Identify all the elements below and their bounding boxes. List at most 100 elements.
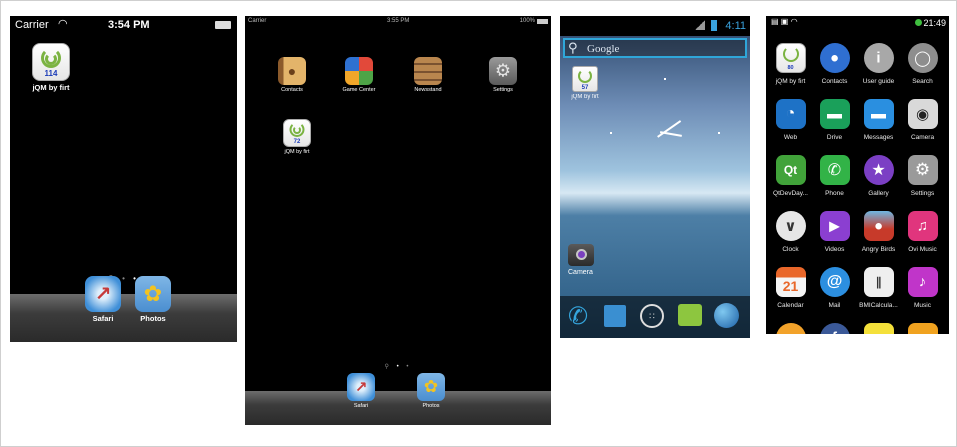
app-gallery[interactable]: ★ Gallery [859,155,898,197]
app-user-guide[interactable]: i User guide [859,43,898,85]
app-drive[interactable]: ▬ Drive [815,99,854,141]
battery-icon [537,19,548,24]
app-label: BMICalcula... [859,302,898,309]
app-game-center[interactable]: Game Center [339,57,379,93]
search-placeholder: Google [587,43,620,55]
contacts-icon[interactable] [604,305,626,327]
app-camera[interactable]: ◉ Camera [903,99,942,141]
app-jqm[interactable]: 57 jQM by firt [566,66,604,100]
app-ovi-music[interactable]: ♫ Ovi Music [903,211,942,253]
qt-logo-icon: Qt [775,155,806,185]
app-label: User guide [862,78,895,85]
clock-icon: ∨ [775,211,806,241]
app-label: Web [783,134,798,141]
app-label: Camera [568,269,593,276]
app-partial-2[interactable]: f [815,323,854,334]
iphone-dock: ↗ Safari ✿ Photos [10,276,237,342]
app-label: jQM by firt [284,149,310,155]
star-icon: ★ [863,155,894,185]
app-badge-number: 80 [787,65,794,71]
status-time: 3:55 PM [387,18,410,24]
google-search-bar[interactable]: ⚲ Google [563,38,747,58]
nokia-status-bar: ▤ ▣ ◠ 21:49 [766,16,949,30]
dock-photos[interactable]: ✿ Photos [133,276,173,323]
app-label: jQM by firt [775,78,806,85]
app-label: Messages [863,134,894,141]
app-settings[interactable]: ⚙ Settings [484,57,522,93]
app-label: Calendar [777,302,804,309]
app-partial-1[interactable] [771,323,810,334]
contacts-book-icon: ● [278,57,306,85]
carrier-label: Carrier [15,19,49,31]
ipad-dock: ↗ Safari ✿ Photos [245,373,551,425]
app-jqm[interactable]: 80 jQM by firt [771,43,810,85]
app-phone[interactable]: ✆ Phone [815,155,854,197]
app-messages[interactable]: ▬ Messages [859,99,898,141]
sunflower-icon: ✿ [135,276,171,312]
gear-icon: ⚙ [489,57,517,85]
sunflower-icon: ✿ [417,373,445,401]
jqm-icon: 80 [775,43,806,73]
sun-icon [775,323,806,334]
app-label: Phone [825,190,844,197]
dock-safari[interactable]: ↗ Safari [343,373,379,409]
dock-label: Photos [422,403,440,409]
dock-safari[interactable]: ↗ Safari [83,276,123,323]
carrier-label: Carrier [248,18,267,24]
page-indicator: ⚲ • • [384,364,412,370]
app-drawer-icon[interactable]: ∷ [640,304,664,328]
app-contacts[interactable]: ● Contacts [815,43,854,85]
car-icon: ▬ [819,99,850,129]
app-label: Angry Birds [861,246,896,253]
ipad-status-bar: Carrier 3:55 PM 100% [245,16,551,28]
music-note-icon: ♫ [907,211,938,241]
app-videos[interactable]: ▶ Videos [815,211,854,253]
android-status-bar: 4:11 [560,16,750,36]
browser-globe-icon[interactable] [714,303,739,328]
app-label: Mail [828,302,841,309]
app-search[interactable]: ◯ Search [903,43,942,85]
game-center-icon [345,57,373,85]
app-clock[interactable]: ∨ Clock [771,211,810,253]
app-web[interactable]: ◔ Web [771,99,810,141]
dock-label: Safari [92,314,114,323]
app-partial-3[interactable] [859,323,898,334]
signal-icon [695,20,705,30]
notification-icons: ▤ ▣ ◠ [771,17,798,26]
battery-icon [215,21,231,29]
app-camera[interactable]: Camera [568,244,608,276]
app-label: QtDevDay... [773,190,808,197]
dock-photos[interactable]: ✿ Photos [413,373,449,409]
android-screen: 4:11 ⚲ Google 57 jQM by firt Camera ✆ ∷ [560,16,750,338]
app-mail[interactable]: @ Mail [815,267,854,309]
app-label: Game Center [342,87,376,93]
app-newsstand[interactable]: Newsstand [409,57,447,93]
app-badge-number: 114 [44,69,58,78]
app-calendar[interactable]: 21 Calendar [771,267,810,309]
app-angry-birds[interactable]: ● Angry Birds [859,211,898,253]
app-jqm[interactable]: 72 jQM by firt [278,119,316,155]
app-label: Ovi Music [908,246,937,253]
app-jqm[interactable]: 114 jQM by firt [30,43,72,92]
status-time: 3:54 PM [108,19,150,31]
camera-icon [568,244,594,266]
wifi-icon: ◠ [58,18,68,30]
ipad-screen: Carrier 3:55 PM 100% ● Contacts Game Cen… [245,16,551,425]
app-bmicalculator[interactable]: ∥ BMICalcula... [859,267,898,309]
app-partial-4[interactable]: ≡ [903,323,942,334]
compass-icon: ↗ [347,373,375,401]
app-label: Settings [910,190,935,197]
jqm-icon: 57 [572,66,598,92]
app-label: jQM by firt [571,94,599,100]
app-music[interactable]: ♪ Music [903,267,942,309]
app-settings[interactable]: ⚙ Settings [903,155,942,197]
app-label: Camera [910,134,935,141]
gear-icon: ⚙ [907,155,938,185]
jqm-icon: 72 [283,119,311,147]
compass-icon: ↗ [85,276,121,312]
messaging-icon[interactable] [678,304,702,326]
iphone-screen: Carrier ◠ 3:54 PM 114 jQM by firt ⚲ • • … [10,16,237,342]
phone-icon[interactable]: ✆ [568,302,588,331]
app-contacts[interactable]: ● Contacts [273,57,311,93]
app-qtdevday[interactable]: Qt QtDevDay... [771,155,810,197]
